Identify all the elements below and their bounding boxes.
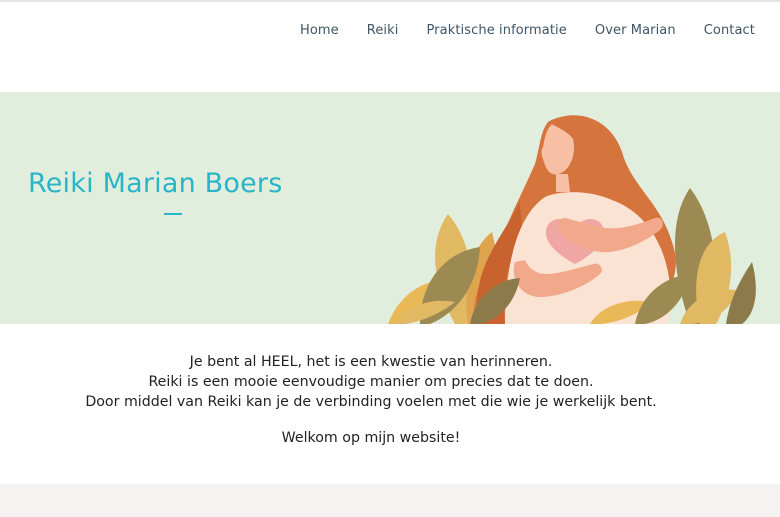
woman-with-heart-illustration [388, 115, 756, 324]
nav-reiki-link[interactable]: Reiki [367, 23, 399, 38]
next-section-band [0, 484, 780, 517]
intro-line-2: Reiki is een mooie eenvoudige manier om … [148, 374, 594, 390]
nav-home-link[interactable]: Home [300, 23, 339, 38]
hero-banner: Reiki Marian Boers [0, 92, 780, 324]
intro-section: Je bent al HEEL, het is een kwestie van … [0, 324, 780, 484]
intro-line-1: Je bent al HEEL, het is een kwestie van … [189, 354, 553, 370]
nav-praktische-informatie-link[interactable]: Praktische informatie [426, 23, 566, 38]
main-navigation: Home Reiki Praktische informatie Over Ma… [300, 18, 755, 42]
intro-line-3: Door middel van Reiki kan je de verbindi… [85, 394, 657, 410]
nav-over-marian-link[interactable]: Over Marian [595, 23, 676, 38]
nav-contact-link[interactable]: Contact [704, 23, 755, 38]
welcome-text: Welkom op mijn website! [281, 430, 461, 446]
top-border-line [0, 0, 780, 2]
